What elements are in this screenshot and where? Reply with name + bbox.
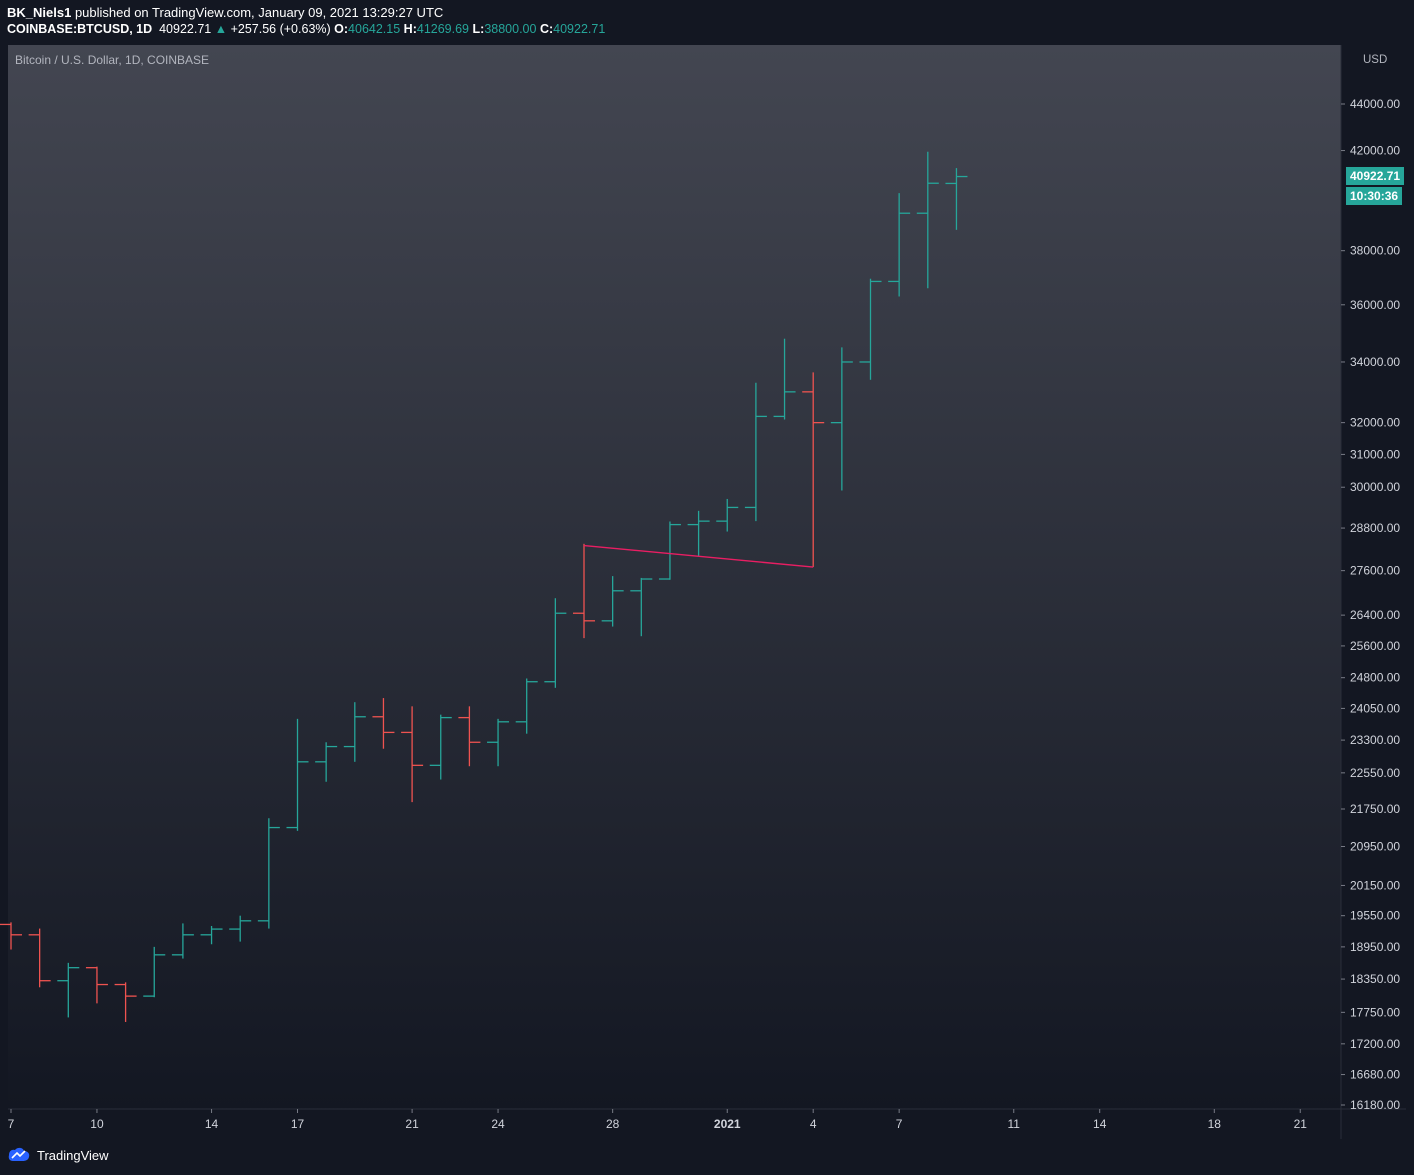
- y-tick-label: 25600.00: [1350, 639, 1400, 653]
- y-tick-label: 22550.00: [1350, 766, 1400, 780]
- y-tick-label: 18350.00: [1350, 972, 1400, 986]
- y-tick-label: 18950.00: [1350, 940, 1400, 954]
- y-tick-label: 19550.00: [1350, 909, 1400, 923]
- y-tick-label: 38000.00: [1350, 244, 1400, 258]
- y-tick-label: 24800.00: [1350, 671, 1400, 685]
- x-tick-label: 28: [606, 1117, 620, 1131]
- plot-area[interactable]: [8, 45, 1341, 1109]
- y-tick-label: 34000.00: [1350, 355, 1400, 369]
- y-tick-label: 28800.00: [1350, 521, 1400, 535]
- y-tick-label: 16180.00: [1350, 1098, 1400, 1112]
- price-chart[interactable]: Bitcoin / U.S. Dollar, 1D, COINBASE 4400…: [0, 0, 1414, 1140]
- x-tick-label: 11: [1008, 1117, 1021, 1131]
- currency-label: USD: [1363, 54, 1387, 66]
- y-tick-label: 32000.00: [1350, 416, 1400, 430]
- footer-brand[interactable]: TradingView: [7, 1147, 109, 1163]
- y-tick-label: 26400.00: [1350, 608, 1400, 622]
- x-tick-label: 7: [8, 1117, 15, 1131]
- tradingview-logo-icon: [8, 1147, 30, 1161]
- y-tick-label: 16680.00: [1350, 1068, 1400, 1082]
- y-tick-label: 44000.00: [1350, 97, 1400, 111]
- chart-title: Bitcoin / U.S. Dollar, 1D, COINBASE: [15, 53, 209, 67]
- footer-brand-label: TradingView: [37, 1147, 109, 1163]
- x-tick-label: 17: [291, 1117, 305, 1131]
- x-tick-label: 21: [405, 1117, 419, 1131]
- x-tick-label: 21: [1294, 1117, 1308, 1131]
- last-price-tag: 40922.71: [1346, 167, 1405, 185]
- x-tick-label: 10: [90, 1117, 104, 1131]
- x-tick-label: 14: [205, 1117, 219, 1131]
- x-tick-label: 4: [810, 1117, 817, 1131]
- y-tick-label: 30000.00: [1350, 480, 1400, 494]
- y-tick-label: 31000.00: [1350, 447, 1400, 461]
- y-tick-label: 42000.00: [1350, 144, 1400, 158]
- y-tick-label: 17200.00: [1350, 1037, 1400, 1051]
- x-tick-label: 2021: [714, 1117, 741, 1131]
- y-tick-label: 21750.00: [1350, 802, 1400, 816]
- y-tick-label: 23300.00: [1350, 733, 1400, 747]
- x-tick-label: 14: [1093, 1117, 1107, 1131]
- y-tick-label: 24050.00: [1350, 701, 1400, 715]
- y-tick-label: 36000.00: [1350, 298, 1400, 312]
- y-tick-label: 20150.00: [1350, 878, 1400, 892]
- y-tick-label: 20950.00: [1350, 839, 1400, 853]
- y-tick-label: 17750.00: [1350, 1005, 1400, 1019]
- x-tick-label: 24: [491, 1117, 505, 1131]
- x-tick-label: 7: [896, 1117, 903, 1131]
- y-tick-label: 27600.00: [1350, 564, 1400, 578]
- countdown-tag: 10:30:36: [1346, 187, 1403, 205]
- x-tick-label: 18: [1208, 1117, 1222, 1131]
